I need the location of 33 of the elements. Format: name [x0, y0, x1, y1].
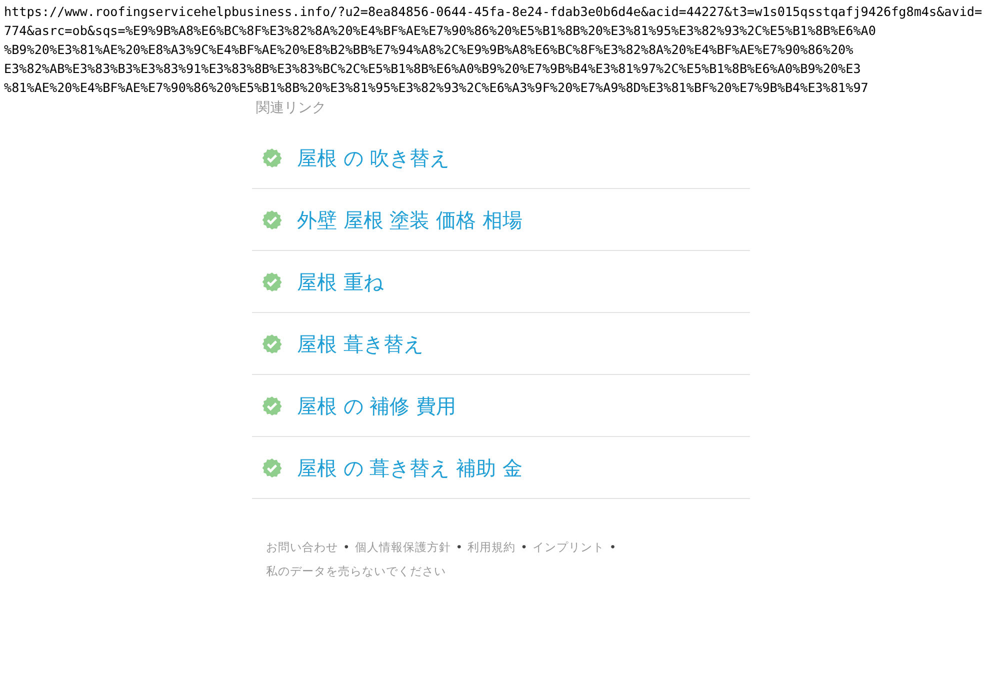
- check-badge-icon: [262, 272, 282, 292]
- link-text: 屋根 の 補修 費用: [297, 392, 456, 418]
- footer-link[interactable]: インプリント: [532, 540, 604, 554]
- link-text: 屋根 の 葺き替え 補助 金: [297, 454, 522, 480]
- separator-dot: •: [609, 540, 616, 554]
- footer-link[interactable]: 個人情報保護方針: [354, 540, 451, 554]
- separator-dot: •: [520, 540, 528, 554]
- url-line: 774&asrc=ob&sqs=%E9%9B%A8%E6%BC%8F%E3%82%8A%20%E4%BF%AE%E7%90%86%20%E5%B1%8B%20%E3%81%95%E3%82%93%2C%E5%B1%8B%E6%A0: [4, 22, 876, 40]
- related-link[interactable]: 外壁 屋根 塗装 価格 相場: [252, 189, 750, 251]
- check-badge-icon: [262, 396, 282, 416]
- separator-dot: •: [343, 540, 350, 554]
- url-line: E3%82%AB%E3%83%B3%E3%83%91%E3%83%8B%E3%83%BC%2C%E5%B1%8B%E6%A0%B9%20%E7%9B%B4%E3%81%97%2C%E5%B1%8B%E6%A0%B9%20%E3: [4, 60, 861, 78]
- related-link[interactable]: 屋根 重ね: [252, 251, 750, 313]
- related-link[interactable]: 屋根 の 吹き替え: [252, 127, 750, 189]
- related-link[interactable]: 屋根 の 補修 費用: [252, 375, 750, 437]
- link-text: 屋根 重ね: [297, 268, 384, 294]
- check-badge-icon: [262, 148, 282, 168]
- footer-link[interactable]: お問い合わせ: [266, 540, 338, 554]
- url-line: https://www.roofingservicehelpbusiness.info/?u2=8ea84856-0644-45fa-8e24-fdab3e0b6d4e&acid=44227&t3=w1s015qsstqafj9426fg8m4s&avid=: [4, 3, 982, 21]
- separator-dot: •: [456, 540, 463, 554]
- link-text: 屋根 の 吹き替え: [297, 144, 450, 170]
- check-badge-icon: [262, 210, 282, 230]
- check-badge-icon: [262, 334, 282, 354]
- link-text: 屋根 葺き替え: [297, 330, 424, 356]
- section-heading: 関連リンク: [256, 99, 326, 117]
- check-badge-icon: [262, 458, 282, 478]
- url-line: %B9%20%E3%81%AE%20%E8%A3%9C%E4%BF%AE%20%E8%B2%BB%E7%94%A8%2C%E9%9B%A8%E6%BC%8F%E3%82%8A%20%E4%BF%AE%E7%90%86%20%: [4, 41, 854, 59]
- url-line: %81%AE%20%E4%BF%AE%E7%90%86%20%E5%B1%8B%20%E3%81%95%E3%82%93%2C%E6%A3%9F%20%E7%A9%8D%E3%81%BF%20%E7%9B%B4%E3%81%97: [4, 79, 868, 97]
- footer-link[interactable]: 私のデータを売らないでください: [266, 564, 446, 578]
- related-link[interactable]: 屋根 の 葺き替え 補助 金: [252, 437, 750, 499]
- link-text: 外壁 屋根 塗装 価格 相場: [297, 206, 522, 232]
- related-link[interactable]: 屋根 葺き替え: [252, 313, 750, 375]
- footer-link[interactable]: 利用規約: [468, 540, 516, 554]
